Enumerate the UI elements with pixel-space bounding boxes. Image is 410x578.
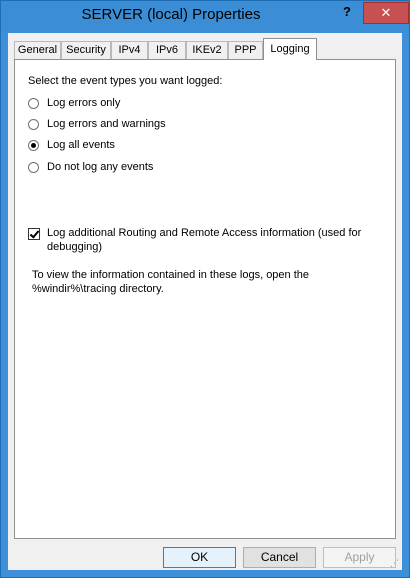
tab-ipv6[interactable]: IPv6 [148, 41, 186, 59]
apply-button[interactable]: Apply [323, 547, 396, 568]
tab-general[interactable]: General [14, 41, 61, 59]
ok-button[interactable]: OK [163, 547, 236, 568]
title-bar[interactable]: SERVER (local) Properties ? ✕ [1, 1, 409, 33]
tab-ipv4[interactable]: IPv4 [111, 41, 148, 59]
radio-label[interactable]: Log errors and warnings [47, 118, 166, 130]
close-icon: ✕ [380, 5, 392, 20]
logging-tab-panel: Select the event types you want logged: … [14, 59, 396, 539]
radio-label[interactable]: Do not log any events [47, 161, 153, 173]
radio-button[interactable] [28, 119, 39, 130]
radio-label[interactable]: Log all events [47, 139, 115, 151]
tracing-info-text: To view the information contained in the… [32, 269, 310, 295]
window-title: SERVER (local) Properties [81, 6, 261, 23]
radio-button[interactable] [28, 98, 39, 109]
tab-ppp[interactable]: PPP [228, 41, 263, 59]
resize-grip-icon[interactable]: ⋰ [390, 558, 400, 568]
properties-window: SERVER (local) Properties ? ✕ General Se… [0, 0, 410, 578]
log-additional-info-label[interactable]: Log additional Routing and Remote Access… [47, 226, 362, 254]
help-button[interactable]: ? [334, 2, 360, 22]
event-types-prompt: Select the event types you want logged: [28, 75, 223, 87]
radio-button-selected[interactable] [28, 140, 39, 151]
tab-logging[interactable]: Logging [263, 38, 317, 60]
tab-ikev2[interactable]: IKEv2 [186, 41, 228, 59]
close-button[interactable]: ✕ [363, 2, 409, 24]
radio-label[interactable]: Log errors only [47, 97, 120, 109]
tab-security[interactable]: Security [61, 41, 111, 59]
radio-button[interactable] [28, 162, 39, 173]
dialog-client-area: General Security IPv4 IPv6 IKEv2 PPP Log… [8, 33, 402, 570]
cancel-button[interactable]: Cancel [243, 547, 316, 568]
log-additional-info-checkbox[interactable] [28, 228, 40, 240]
